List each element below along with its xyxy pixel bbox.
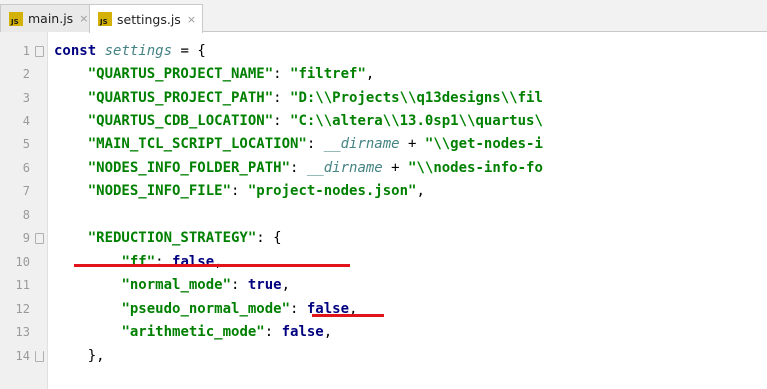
code-token: true [247, 277, 282, 293]
code-token: false [172, 254, 215, 270]
code-text: "QUARTUS_PROJECT_PATH": "D:\\Projects\\q… [54, 87, 543, 110]
line-number: 3 [22, 91, 30, 105]
code-token: = { [172, 43, 206, 59]
tab-label: settings.js [117, 11, 181, 27]
js-file-icon: JS [9, 11, 23, 26]
code-token: "NODES_INFO_FOLDER_PATH" [87, 160, 291, 176]
code-text: const settings = { [54, 40, 206, 63]
code-text: "REDUCTION_STRATEGY": { [54, 227, 282, 250]
annotation-underline-reduction-strategy [74, 264, 350, 267]
code-token: : [290, 160, 307, 176]
code-token: "filtref" [290, 66, 366, 82]
code-token: "MAIN_TCL_SCRIPT_LOCATION" [87, 136, 307, 152]
line-number: 8 [22, 208, 30, 222]
code-text: "arithmetic_mode": false, [54, 321, 332, 344]
line-number: 1 [22, 44, 30, 58]
code-token: , [214, 254, 223, 270]
close-icon[interactable]: × [187, 13, 196, 26]
code-token: "normal_mode" [121, 277, 232, 293]
fold-end-icon[interactable] [35, 351, 44, 362]
code-text: "QUARTUS_PROJECT_NAME": "filtref", [54, 63, 375, 86]
code-token: "\\nodes-info-fo [408, 160, 543, 176]
close-icon[interactable]: × [79, 12, 88, 25]
code-token: "C:\\altera\\13.0sp1\\quartus\ [290, 113, 543, 129]
code-token: , [365, 66, 375, 82]
line-number: 4 [22, 114, 30, 128]
code-token: false [281, 324, 324, 340]
editor-tab-bar: JS main.js × JS settings.js × [0, 0, 767, 33]
code-token: __dirname [323, 136, 400, 152]
code-token: : [273, 113, 291, 129]
line-number: 12 [15, 302, 30, 316]
code-token: , [281, 277, 291, 293]
tab-settings-js[interactable]: JS settings.js × [89, 4, 204, 33]
annotation-underline-true [312, 314, 384, 317]
code-text: "NODES_INFO_FILE": "project-nodes.json", [54, 180, 425, 203]
code-token: : [306, 136, 324, 152]
code-token: : [290, 301, 307, 317]
code-text: "normal_mode": true, [54, 274, 290, 297]
js-file-icon: JS [98, 12, 112, 26]
code-token: "project-nodes.json" [247, 183, 417, 199]
code-token: "\\get-nodes-i [424, 136, 543, 152]
code-token: "QUARTUS_PROJECT_NAME" [87, 66, 274, 82]
line-number: 7 [22, 184, 30, 198]
code-token: : [231, 183, 248, 199]
code-token: "arithmetic_mode" [121, 324, 265, 340]
code-token: "ff" [121, 254, 156, 270]
code-token: "QUARTUS_CDB_LOCATION" [87, 113, 274, 129]
line-number: 11 [15, 278, 30, 292]
code-token: settings [104, 43, 173, 59]
tab-label: main.js [28, 11, 74, 26]
line-number: 5 [22, 137, 30, 151]
code-token: "pseudo_normal_mode" [121, 301, 291, 317]
line-number: 14 [15, 349, 30, 363]
code-token: "NODES_INFO_FILE" [87, 183, 232, 199]
code-text: "MAIN_TCL_SCRIPT_LOCATION": __dirname + … [54, 133, 543, 156]
code-token: : [231, 277, 248, 293]
code-token: + [399, 136, 425, 152]
line-number: 10 [15, 255, 30, 269]
code-token: : { [256, 230, 282, 246]
code-token: "REDUCTION_STRATEGY" [87, 230, 257, 246]
code-token: : [273, 66, 291, 82]
code-token: __dirname [306, 160, 383, 176]
code-editor[interactable]: 1 const settings = { 2 "QUARTUS_PROJECT_NA… [0, 32, 767, 389]
line-number: 6 [22, 161, 30, 175]
code-token: + [382, 160, 409, 176]
fold-start-icon[interactable] [35, 233, 44, 244]
code-token: : [273, 90, 291, 106]
code-token: const [54, 43, 97, 59]
line-number: 2 [22, 67, 30, 81]
code-token: , [323, 324, 333, 340]
code-token: : [264, 324, 282, 340]
code-text: "ff": false, [54, 251, 223, 274]
code-token: "QUARTUS_PROJECT_PATH" [87, 90, 274, 106]
tab-main-js[interactable]: JS main.js × [0, 4, 96, 32]
line-number: 9 [22, 231, 30, 245]
code-text: "NODES_INFO_FOLDER_PATH": __dirname + "\… [54, 157, 543, 180]
code-token: : [155, 254, 173, 270]
fold-start-icon[interactable] [35, 46, 44, 57]
code-text: "QUARTUS_CDB_LOCATION": "C:\\altera\\13.… [54, 110, 543, 133]
code-token: , [416, 183, 425, 199]
code-token: "D:\\Projects\\q13designs\\fil [290, 90, 543, 106]
code-text: "pseudo_normal_mode": false, [54, 298, 357, 321]
line-number: 13 [15, 325, 30, 339]
code-token: }, [54, 348, 105, 364]
code-text: }, [54, 345, 105, 368]
